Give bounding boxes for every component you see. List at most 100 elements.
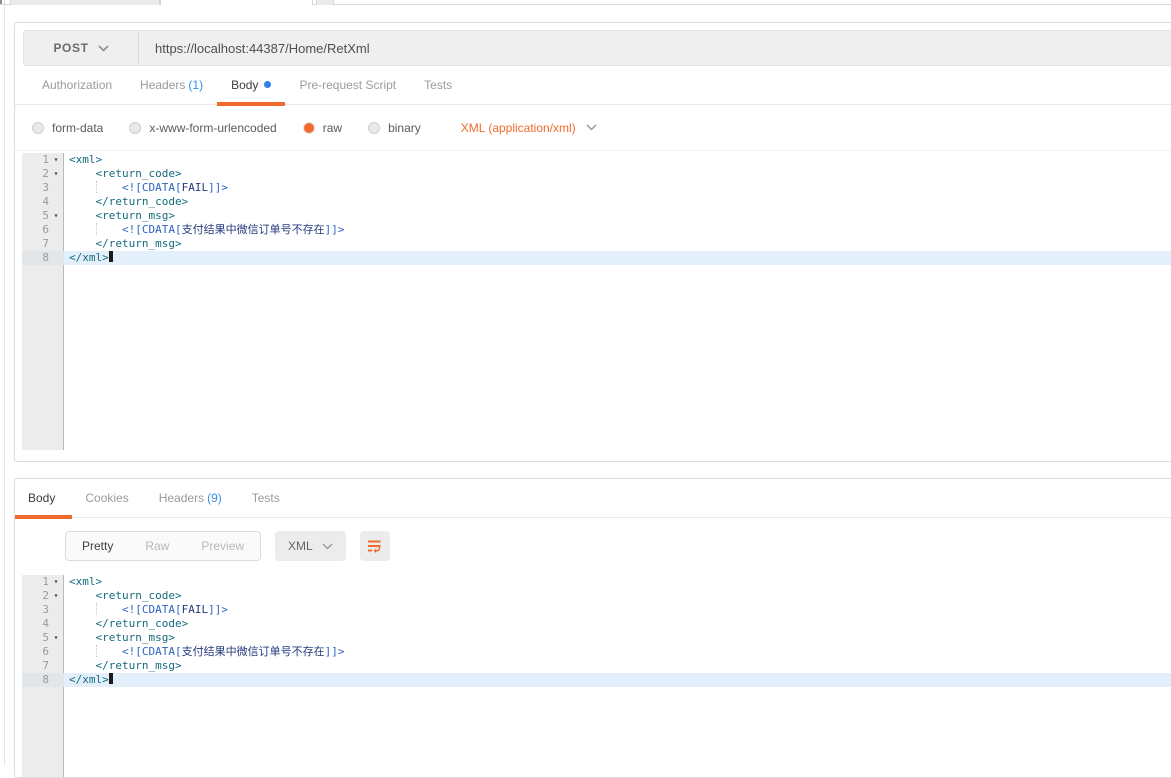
- code-line-content[interactable]: </return_msg>: [64, 659, 1171, 673]
- button-label: Preview: [201, 539, 244, 553]
- new-tab-button[interactable]: [316, 0, 334, 5]
- line-number: 3: [22, 603, 49, 617]
- tab-label: Body: [28, 491, 55, 505]
- token-atom: ]]>: [208, 603, 228, 616]
- line-number: 5: [22, 209, 49, 223]
- fold-toggle-icon[interactable]: ▾: [49, 167, 63, 181]
- code-line-content[interactable]: <xml>: [64, 575, 1171, 589]
- tab-headers[interactable]: Headers(1): [126, 78, 217, 104]
- code-line: 5▾ <return_msg>: [22, 631, 1171, 645]
- request-builder-panel: POST https://localhost:44387/Home/RetXml…: [14, 22, 1171, 462]
- gutter-cell: 7: [22, 237, 64, 251]
- line-number: 2: [22, 589, 49, 603]
- response-format-dropdown[interactable]: XML: [275, 531, 346, 561]
- code-line-content[interactable]: </xml>: [64, 673, 1171, 687]
- fold-toggle-icon[interactable]: ▾: [49, 153, 63, 167]
- radio-checked-icon[interactable]: [303, 122, 315, 134]
- token-text: [69, 617, 96, 630]
- code-line: 6 <![CDATA[支付结果中微信订单号不存在]]>: [22, 223, 1171, 237]
- gutter-cell: 6: [22, 223, 64, 237]
- code-lines: 1▾<xml>2▾ <return_code>3 <![CDATA[FAIL]]…: [22, 575, 1171, 687]
- fold-toggle-icon[interactable]: ▾: [49, 575, 63, 589]
- code-line-content[interactable]: <![CDATA[FAIL]]>: [64, 181, 1171, 195]
- text-cursor: [109, 673, 113, 684]
- view-pretty-button[interactable]: Pretty: [66, 532, 129, 560]
- view-preview-button[interactable]: Preview: [185, 532, 260, 560]
- token-atom: ]]>: [325, 645, 345, 658]
- radio-icon[interactable]: [368, 122, 380, 134]
- headers-count-badge: (1): [188, 78, 203, 92]
- radio-icon[interactable]: [129, 122, 141, 134]
- tab-body[interactable]: Body: [217, 78, 285, 104]
- code-line-content[interactable]: <return_msg>: [64, 209, 1171, 223]
- code-line-content[interactable]: </return_code>: [64, 195, 1171, 209]
- request-body-editor[interactable]: 1▾<xml>2▾ <return_code>3 <![CDATA[FAIL]]…: [15, 151, 1171, 457]
- request-tab-inactive[interactable]: [10, 0, 160, 5]
- response-tab-body[interactable]: Body: [15, 491, 72, 517]
- gutter-cell: 5▾: [22, 631, 64, 645]
- response-body-editor[interactable]: 1▾<xml>2▾ <return_code>3 <![CDATA[FAIL]]…: [15, 573, 1171, 777]
- tab-label: Tests: [424, 78, 452, 92]
- response-panel: Body Cookies Headers(9) Tests Pretty Raw…: [14, 478, 1171, 778]
- response-tab-cookies[interactable]: Cookies: [72, 491, 145, 517]
- radio-icon[interactable]: [32, 122, 44, 134]
- layout-divider: [4, 0, 5, 765]
- token-content: FAIL: [182, 603, 209, 616]
- token-text: [96, 603, 123, 616]
- token-text: [96, 181, 123, 194]
- gutter-cell: 8: [22, 673, 64, 687]
- line-number: 2: [22, 167, 49, 181]
- token-text: [96, 223, 123, 236]
- fold-toggle-icon[interactable]: ▾: [49, 631, 63, 645]
- code-line-content[interactable]: </xml>: [64, 251, 1171, 265]
- response-tab-tests[interactable]: Tests: [239, 491, 297, 517]
- gutter-cell: 7: [22, 659, 64, 673]
- code-line: 5▾ <return_msg>: [22, 209, 1171, 223]
- code-line-content[interactable]: <return_code>: [64, 167, 1171, 181]
- fold-toggle-icon[interactable]: ▾: [49, 589, 63, 603]
- token-text: [69, 589, 96, 602]
- tab-tests[interactable]: Tests: [410, 78, 466, 104]
- gutter-cell: 5▾: [22, 209, 64, 223]
- view-mode-group: Pretty Raw Preview: [65, 531, 261, 561]
- headers-count-badge: (9): [207, 491, 222, 505]
- response-tab-headers[interactable]: Headers(9): [146, 491, 239, 517]
- content-type-chevron-icon: [586, 124, 597, 131]
- code-line-content[interactable]: <![CDATA[FAIL]]>: [64, 603, 1171, 617]
- code-line-content[interactable]: <![CDATA[支付结果中微信订单号不存在]]>: [64, 645, 1171, 659]
- view-raw-button[interactable]: Raw: [129, 532, 185, 560]
- tab-label: Body: [231, 78, 258, 92]
- url-bar: POST https://localhost:44387/Home/RetXml: [23, 30, 1171, 66]
- gutter-cell: 4: [22, 617, 64, 631]
- code-line-content[interactable]: <xml>: [64, 153, 1171, 167]
- token-tag: <return_msg>: [96, 209, 175, 222]
- body-mode-raw[interactable]: raw: [303, 121, 342, 135]
- token-text: [96, 645, 123, 658]
- text-cursor: [109, 251, 113, 262]
- url-input[interactable]: https://localhost:44387/Home/RetXml: [139, 31, 1171, 65]
- fold-toggle-icon[interactable]: ▾: [49, 209, 63, 223]
- tab-pre-request-script[interactable]: Pre-request Script: [285, 78, 410, 104]
- code-line-content[interactable]: </return_msg>: [64, 237, 1171, 251]
- body-mode-form-data[interactable]: form-data: [32, 121, 103, 135]
- code-line-content[interactable]: </return_code>: [64, 617, 1171, 631]
- content-type-label: XML (application/xml): [461, 121, 576, 135]
- token-tag: </return_code>: [96, 617, 189, 630]
- body-mode-binary[interactable]: binary: [368, 121, 421, 135]
- tab-authorization[interactable]: Authorization: [28, 78, 126, 104]
- format-label: XML: [288, 539, 313, 553]
- token-text: [69, 237, 96, 250]
- request-tab-active[interactable]: [160, 0, 313, 5]
- line-number: 3: [22, 181, 49, 195]
- method-dropdown[interactable]: POST: [24, 31, 139, 65]
- token-text: [69, 181, 96, 194]
- code-line-content[interactable]: <return_msg>: [64, 631, 1171, 645]
- content-type-dropdown[interactable]: XML (application/xml): [461, 121, 597, 135]
- code-line: 3 <![CDATA[FAIL]]>: [22, 181, 1171, 195]
- code-line-content[interactable]: <return_code>: [64, 589, 1171, 603]
- wrap-text-button[interactable]: [360, 531, 390, 561]
- code-line: 4 </return_code>: [22, 195, 1171, 209]
- body-mode-urlencoded[interactable]: x-www-form-urlencoded: [129, 121, 276, 135]
- token-tag: </return_msg>: [96, 237, 182, 250]
- code-line-content[interactable]: <![CDATA[支付结果中微信订单号不存在]]>: [64, 223, 1171, 237]
